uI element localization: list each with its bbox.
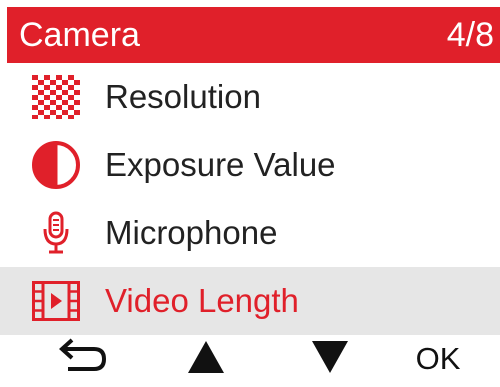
ok-label: OK (415, 341, 461, 376)
menu-item-video-length[interactable]: Video Length (0, 267, 500, 335)
film-strip-icon (29, 274, 83, 328)
checkerboard-icon (29, 70, 83, 124)
menu-title: Camera (19, 16, 140, 54)
down-button[interactable] (300, 331, 360, 387)
ok-button[interactable]: OK (408, 331, 468, 387)
triangle-down-icon (310, 339, 350, 380)
menu-item-exposure-value[interactable]: Exposure Value (0, 131, 500, 199)
menu-item-label: Microphone (105, 214, 278, 251)
menu-item-label: Resolution (105, 78, 261, 115)
return-arrow-icon (56, 337, 110, 382)
settings-menu: Resolution Exposure Value Microphone Vid… (0, 63, 500, 335)
menu-header: Camera 4/8 (7, 7, 500, 63)
menu-item-label: Video Length (105, 282, 299, 319)
menu-item-resolution[interactable]: Resolution (0, 63, 500, 131)
microphone-icon (29, 206, 83, 260)
page-indicator: 4/8 (446, 16, 494, 54)
button-bar: OK (0, 331, 500, 387)
menu-item-microphone[interactable]: Microphone (0, 199, 500, 267)
up-button[interactable] (176, 331, 236, 387)
back-button[interactable] (48, 331, 118, 387)
menu-item-label: Exposure Value (105, 146, 336, 183)
triangle-up-icon (186, 339, 226, 380)
half-circle-icon (29, 138, 83, 192)
